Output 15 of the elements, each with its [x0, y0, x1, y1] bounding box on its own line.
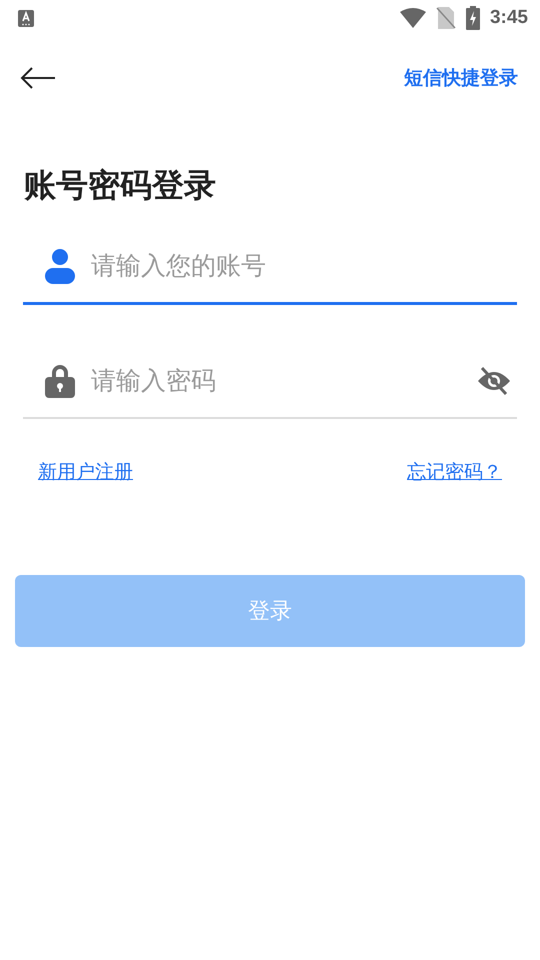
page-title: 账号密码登录 — [24, 165, 217, 206]
password-field[interactable]: 请输入密码 — [89, 366, 463, 396]
account-field[interactable]: 请输入您的账号 — [89, 250, 511, 282]
no-sim-icon — [436, 7, 456, 29]
status-time: 3:45 — [490, 7, 528, 29]
person-icon — [45, 248, 75, 284]
battery-icon — [466, 6, 480, 30]
keyboard-icon — [18, 10, 34, 26]
forgot-password-link[interactable]: 忘记密码？ — [407, 459, 502, 485]
eye-off-icon[interactable] — [477, 367, 511, 395]
sms-login-link[interactable]: 短信快捷登录 — [404, 65, 518, 91]
back-button[interactable] — [20, 67, 56, 89]
register-link[interactable]: 新用户注册 — [38, 459, 133, 485]
wifi-icon — [400, 8, 426, 28]
lock-icon — [45, 364, 75, 398]
